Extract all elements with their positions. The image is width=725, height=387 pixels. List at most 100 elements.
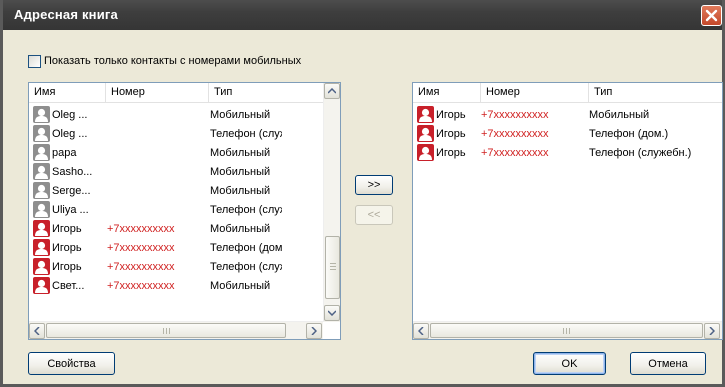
gray-contact-icon [33, 182, 50, 199]
contact-type: Телефон (служебн.) [589, 146, 692, 159]
column-header-number[interactable]: Номер [481, 83, 589, 103]
contact-type: Телефон (служебн.) [210, 203, 282, 216]
contact-number: +7xxxxxxxxxx [481, 127, 549, 140]
mobile-only-filter[interactable]: Показать только контакты с номерами моби… [28, 53, 301, 69]
contact-name: Игорь [52, 241, 82, 254]
left-horizontal-scrollbar[interactable] [29, 321, 323, 339]
red-contact-icon [33, 277, 50, 294]
contact-number: +7xxxxxxxxxx [107, 222, 175, 235]
contact-number: +7xxxxxxxxxx [107, 260, 175, 273]
arrow-right-icon [311, 327, 317, 335]
remove-contact-button[interactable]: << [355, 205, 393, 225]
contact-number: +7xxxxxxxxxx [481, 146, 549, 159]
contact-row[interactable]: Игорь +7xxxxxxxxxx Телефон (служебн.) [413, 143, 714, 162]
contact-number: +7xxxxxxxxxx [107, 279, 175, 292]
scroll-left-button[interactable] [413, 323, 429, 339]
contact-name: Sasho... [52, 165, 93, 178]
red-contact-icon [33, 239, 50, 256]
left-list-header: Имя Номер Тип [29, 83, 324, 103]
gray-contact-icon [33, 144, 50, 161]
contact-type: Мобильный [210, 279, 271, 292]
column-header-type[interactable]: Тип [209, 83, 324, 103]
contact-name: papa [52, 146, 77, 159]
gray-contact-icon [33, 106, 50, 123]
arrow-left-icon [418, 327, 424, 335]
contact-type: Мобильный [210, 165, 271, 178]
address-book-window: Адресная книга Показать только контакты … [0, 0, 725, 387]
contact-type: Мобильный [210, 184, 271, 197]
mobile-only-checkbox[interactable] [28, 54, 41, 68]
gray-contact-icon [33, 201, 50, 218]
scroll-up-button[interactable] [324, 83, 340, 99]
selected-contacts-list[interactable]: Имя Номер Тип Игорь +7xxxxxxxxxx Мобильный… [412, 82, 723, 340]
contact-name: Oleg ... [52, 108, 88, 121]
left-hscroll-thumb[interactable] [46, 323, 286, 338]
contact-name: Игорь [52, 222, 82, 235]
contact-row[interactable]: Uliya ... Телефон (служебн.) [29, 200, 282, 219]
contact-name: Свет... [52, 279, 85, 292]
red-contact-icon [417, 106, 434, 123]
contact-name: Игорь [436, 127, 466, 140]
all-contacts-list[interactable]: Имя Номер Тип Oleg ... Мобильный Oleg ... Т… [28, 82, 341, 340]
contact-type: Мобильный [210, 108, 271, 121]
contact-type: Телефон (дом.) [589, 127, 669, 140]
contact-name: Oleg ... [52, 127, 88, 140]
close-icon [705, 9, 718, 22]
window-title: Адресная книга [14, 7, 118, 22]
arrow-right-icon [709, 327, 715, 335]
contact-number: +7xxxxxxxxxx [107, 241, 175, 254]
column-header-number[interactable]: Номер [106, 83, 209, 103]
arrow-left-icon [34, 327, 40, 335]
contact-row[interactable]: Serge... Мобильный [29, 181, 282, 200]
left-scroll-thumb[interactable] [325, 236, 340, 299]
column-header-name[interactable]: Имя [413, 83, 481, 103]
contact-name: Игорь [436, 146, 466, 159]
scroll-right-button[interactable] [306, 323, 322, 339]
red-contact-icon [417, 125, 434, 142]
contact-row[interactable]: Oleg ... Мобильный [29, 105, 282, 124]
contact-name: Serge... [52, 184, 91, 197]
cancel-button[interactable]: Отмена [630, 352, 706, 375]
left-vertical-scrollbar[interactable] [323, 83, 340, 322]
scroll-right-button[interactable] [704, 323, 720, 339]
red-contact-icon [33, 220, 50, 237]
contact-row[interactable]: papa Мобильный [29, 143, 282, 162]
arrow-down-icon [328, 310, 336, 316]
arrow-up-icon [328, 88, 336, 94]
right-hscroll-thumb[interactable] [430, 323, 703, 338]
contact-row[interactable]: Игорь +7xxxxxxxxxx Мобильный [29, 219, 282, 238]
red-contact-icon [33, 258, 50, 275]
gray-contact-icon [33, 163, 50, 180]
contact-name: Игорь [436, 108, 466, 121]
contact-type: Телефон (дом.) [210, 241, 282, 254]
scroll-left-button[interactable] [29, 323, 45, 339]
red-contact-icon [417, 144, 434, 161]
contact-row[interactable]: Sasho... Мобильный [29, 162, 282, 181]
right-list-header: Имя Номер Тип [413, 83, 722, 103]
contact-row[interactable]: Oleg ... Телефон (служебн.) [29, 124, 282, 143]
contact-name: Uliya ... [52, 203, 89, 216]
column-header-type[interactable]: Тип [589, 83, 722, 103]
gray-contact-icon [33, 125, 50, 142]
contact-row[interactable]: Игорь +7xxxxxxxxxx Телефон (дом.) [29, 238, 282, 257]
contact-name: Игорь [52, 260, 82, 273]
contact-type: Мобильный [210, 146, 271, 159]
column-header-name[interactable]: Имя [29, 83, 106, 103]
close-button[interactable] [701, 5, 722, 26]
contact-row[interactable]: Свет... +7xxxxxxxxxx Мобильный [29, 276, 282, 295]
contact-row[interactable]: Игорь +7xxxxxxxxxx Телефон (служебн.) [29, 257, 282, 276]
contact-number: +7xxxxxxxxxx [481, 108, 549, 121]
right-horizontal-scrollbar[interactable] [413, 321, 722, 339]
scroll-down-button[interactable] [324, 305, 340, 321]
contact-type: Мобильный [210, 222, 271, 235]
add-contact-button[interactable]: >> [355, 175, 393, 195]
ok-button[interactable]: OK [533, 352, 606, 375]
contact-type: Телефон (служебн.) [210, 260, 282, 273]
contact-row[interactable]: Игорь +7xxxxxxxxxx Телефон (дом.) [413, 124, 714, 143]
title-bar[interactable]: Адресная книга [3, 0, 722, 30]
contact-row[interactable]: Игорь +7xxxxxxxxxx Мобильный [413, 105, 714, 124]
properties-button[interactable]: Свойства [28, 352, 115, 375]
contact-type: Телефон (служебн.) [210, 127, 282, 140]
mobile-only-label: Показать только контакты с номерами моби… [44, 55, 302, 67]
contact-type: Мобильный [589, 108, 650, 121]
